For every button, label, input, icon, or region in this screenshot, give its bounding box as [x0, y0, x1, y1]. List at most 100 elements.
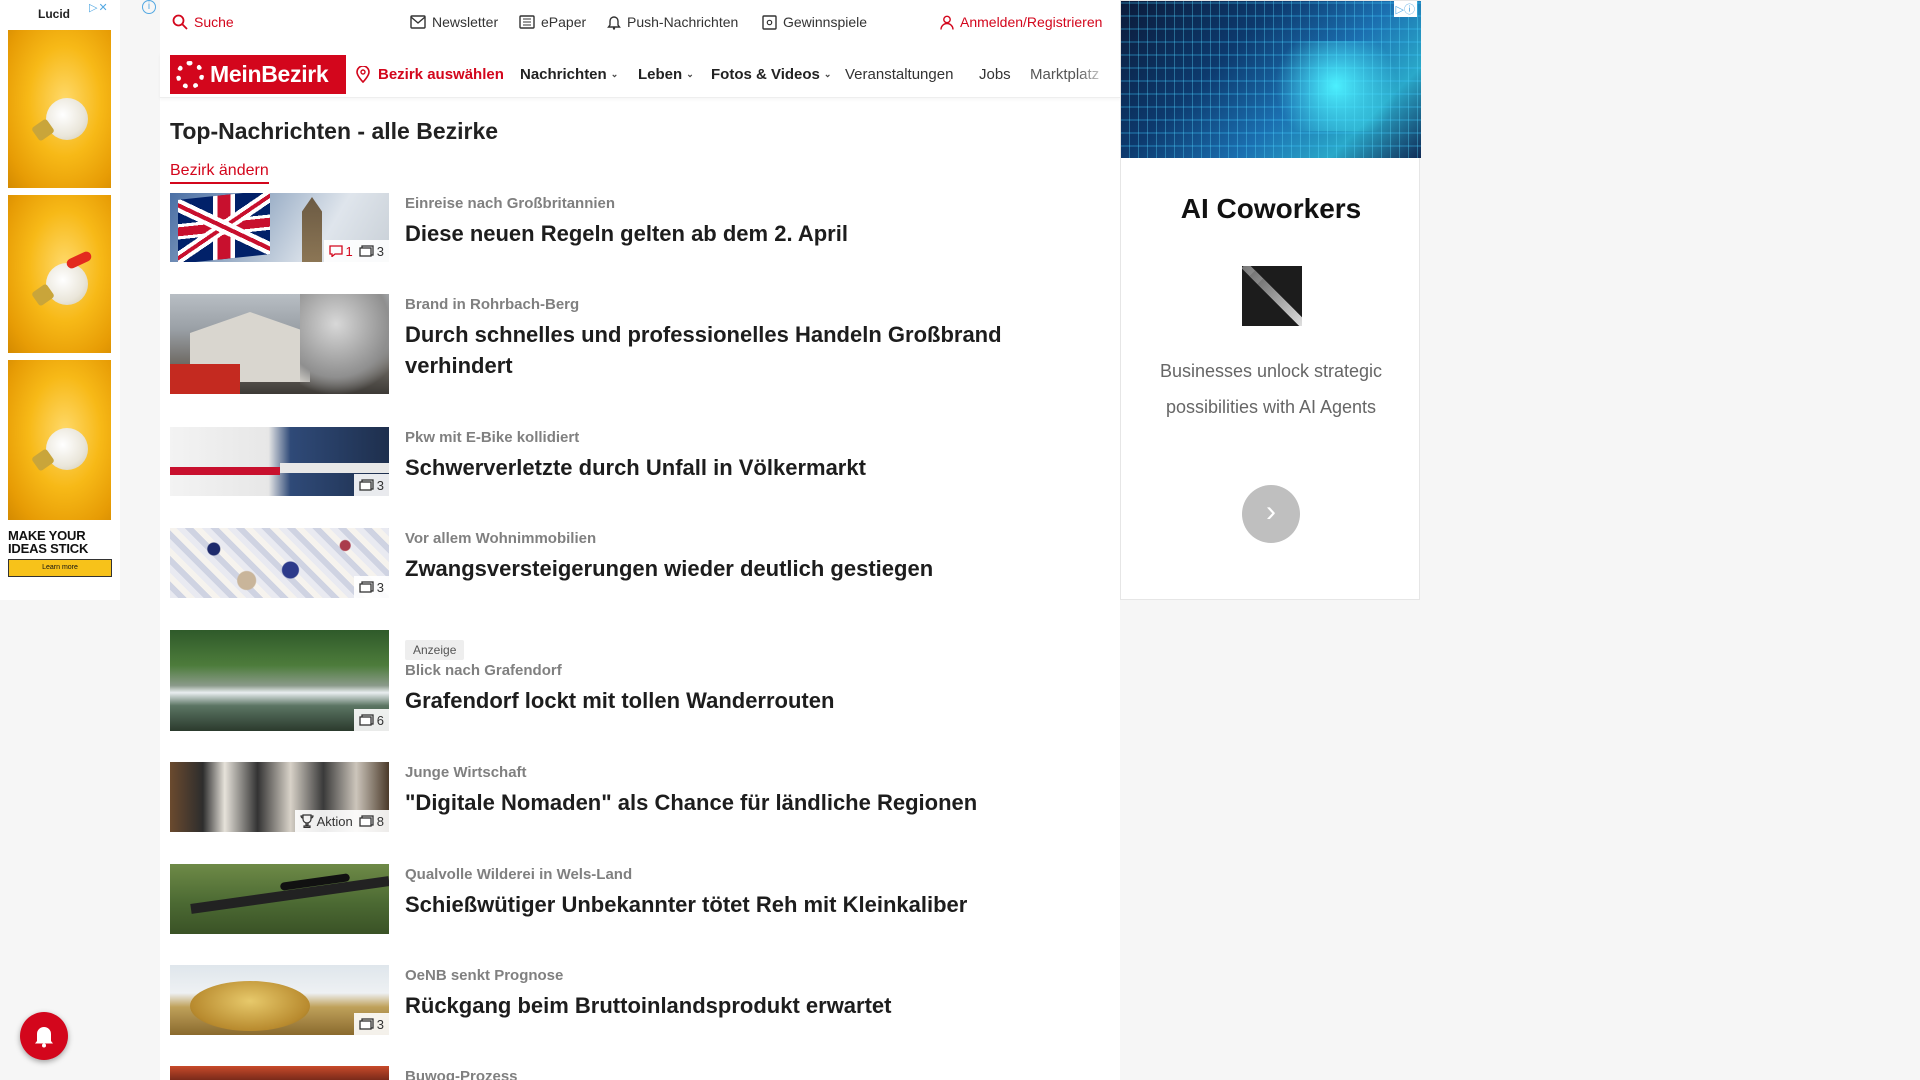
thumbnail-police-stripe: [280, 463, 389, 473]
article-item[interactable]: Aktion 8 Junge Wirtschaft "Digitale Noma…: [170, 762, 1100, 832]
photo-count: 3: [359, 478, 384, 493]
epaper-link[interactable]: ePaper: [519, 14, 586, 30]
chevron-down-icon: ⌄: [823, 69, 832, 79]
aktion-badge: Aktion: [300, 814, 353, 829]
article-kicker: Einreise nach Großbritannien: [405, 195, 616, 212]
article-thumbnail[interactable]: [170, 864, 389, 934]
nav-item-fotos-videos[interactable]: Fotos & Videos ⌄: [711, 66, 831, 83]
bezirk-change-link[interactable]: Bezirk ändern: [170, 162, 269, 184]
chevron-down-icon: ⌄: [610, 69, 619, 79]
article-headline[interactable]: Diese neuen Regeln gelten ab dem 2. Apri…: [405, 218, 1095, 249]
article-thumbnail[interactable]: 6: [170, 630, 389, 731]
nav-item-label: Veranstaltungen: [845, 66, 954, 83]
article-thumbnail[interactable]: 3: [170, 427, 389, 496]
article-item[interactable]: 3 OeNB senkt Prognose Rückgang beim Brut…: [170, 965, 1100, 1035]
article-kicker: OeNB senkt Prognose: [405, 967, 564, 984]
nav-item-marktplatz[interactable]: Marktplatz: [1030, 66, 1110, 83]
article-headline[interactable]: Rückgang beim Bruttoinlandsprodukt erwar…: [405, 990, 1095, 1021]
article-kicker: Junge Wirtschaft: [405, 764, 527, 781]
ad-description: Businesses unlock strategic possibilitie…: [1159, 361, 1383, 417]
main-navigation: MeinBezirk Bezirk auswählen Nachrichten ⌄…: [160, 52, 1120, 98]
photo-count-label: 3: [376, 243, 384, 259]
photo-icon: [359, 581, 374, 593]
article-thumbnail[interactable]: [170, 294, 389, 394]
photo-count: 8: [359, 814, 384, 829]
thumbnail-badges: 3: [353, 576, 389, 598]
adchoices-icon[interactable]: ▷✕: [89, 1, 119, 16]
ad-title: AI Coworkers: [1180, 193, 1362, 224]
ad-brand-label: Lucid: [38, 7, 70, 21]
ad-tagline: MAKE YOUR IDEAS STICK: [8, 528, 89, 556]
article-thumbnail[interactable]: 3: [170, 528, 389, 598]
article-thumbnail[interactable]: 3: [170, 965, 389, 1035]
article-item[interactable]: Qualvolle Wilderei in Wels-Land Schießwü…: [170, 864, 1100, 934]
thumbnail-tower: [302, 197, 322, 262]
photo-count: 3: [359, 580, 384, 595]
article-item[interactable]: Buwog-Prozess: [170, 1066, 1100, 1080]
article-item[interactable]: 1 3 Einreise nach Großbritannien Diese n…: [170, 193, 1100, 263]
article-item-sponsored[interactable]: 6 Anzeige Blick nach Grafendorf Grafendo…: [170, 630, 1100, 731]
thumbnail-badges: 6: [353, 709, 389, 731]
login-link[interactable]: Anmelden/Registrieren: [940, 14, 1102, 30]
photo-count: 3: [359, 244, 384, 259]
meinbezirk-logo[interactable]: MeinBezirk: [170, 55, 346, 94]
article-headline[interactable]: Schießwütiger Unbekannter tötet Reh mit …: [405, 889, 1095, 920]
comment-count: 1: [328, 243, 353, 259]
article-thumbnail[interactable]: [170, 1066, 389, 1080]
newsletter-link[interactable]: Newsletter: [410, 14, 498, 30]
notification-bell-button[interactable]: [20, 1012, 68, 1060]
ad-info-icon[interactable]: i: [142, 0, 156, 14]
comment-count-label: 1: [345, 243, 353, 259]
ad-learn-more-button[interactable]: Learn more: [8, 559, 112, 577]
top-utility-bar: Suche Newsletter ePaper Push-Nachrichten…: [160, 0, 1120, 48]
aktion-label: Aktion: [316, 813, 353, 829]
article-headline[interactable]: Grafendorf lockt mit tollen Wanderrouten: [405, 685, 1095, 716]
photo-icon: [359, 245, 374, 257]
nav-item-nachrichten[interactable]: Nachrichten ⌄: [520, 66, 618, 83]
search-link[interactable]: Suche: [172, 14, 234, 30]
bezirk-select-label: Bezirk auswählen: [378, 66, 504, 83]
article-kicker: Blick nach Grafendorf: [405, 662, 562, 679]
search-label: Suche: [194, 14, 234, 30]
article-kicker: Pkw mit E-Bike kollidiert: [405, 429, 580, 446]
article-thumbnail[interactable]: Aktion 8: [170, 762, 389, 832]
article-kicker: Buwog-Prozess: [405, 1068, 518, 1080]
newsletter-label: Newsletter: [432, 14, 499, 30]
bezirk-select[interactable]: Bezirk auswählen: [356, 66, 504, 83]
article-kicker: Qualvolle Wilderei in Wels-Land: [405, 866, 633, 883]
photo-count-label: 3: [376, 1016, 384, 1032]
map-pin-icon: [356, 66, 370, 83]
article-item[interactable]: 3 Vor allem Wohnimmobilien Zwangsverstei…: [170, 528, 1100, 598]
article-headline[interactable]: Durch schnelles und professionelles Hand…: [405, 319, 1095, 381]
ad-hero-image: [1121, 1, 1421, 158]
adchoices-icon[interactable]: ▷ⓘ: [1393, 1, 1417, 17]
article-headline[interactable]: Schwerverletzte durch Unfall in Völkerma…: [405, 452, 1095, 483]
nav-item-jobs[interactable]: Jobs: [979, 66, 1011, 83]
push-notifications-link[interactable]: Push-Nachrichten: [607, 14, 738, 30]
comment-icon: [328, 245, 343, 257]
article-item[interactable]: Brand in Rohrbach-Berg Durch schnelles u…: [170, 294, 1100, 394]
nav-item-label: Marktplatz: [1030, 66, 1100, 83]
ad-image-lightbulb: [8, 30, 111, 188]
left-skyscraper-ad[interactable]: Lucid ▷✕ MAKE YOUR IDEAS STICK Learn mor…: [0, 0, 120, 600]
article-item[interactable]: 3 Pkw mit E-Bike kollidiert Schwerverlet…: [170, 427, 1100, 497]
thumbnail-fire-truck: [170, 364, 240, 394]
bell-icon: [35, 1027, 53, 1048]
right-display-ad[interactable]: ▷ⓘ AI Coworkers Businesses unlock strate…: [1120, 0, 1421, 600]
ad-brand-logo: [1242, 266, 1302, 326]
article-headline[interactable]: "Digitale Nomaden" als Chance für ländli…: [405, 787, 1095, 818]
article-kicker: Vor allem Wohnimmobilien: [405, 530, 597, 547]
article-kicker: Brand in Rohrbach-Berg: [405, 296, 580, 313]
nav-item-leben[interactable]: Leben ⌄: [638, 66, 694, 83]
thumbnail-badges: 3: [353, 474, 389, 496]
gewinnspiele-link[interactable]: Gewinnspiele: [762, 14, 867, 30]
photo-count-label: 3: [376, 579, 384, 595]
ad-next-button[interactable]: ›: [1242, 485, 1300, 543]
nav-item-veranstaltungen[interactable]: Veranstaltungen: [845, 66, 953, 83]
article-headline[interactable]: Zwangsversteigerungen wieder deutlich ge…: [405, 553, 1095, 584]
article-thumbnail[interactable]: 1 3: [170, 193, 389, 262]
photo-icon: [359, 479, 374, 491]
thumbnail-badges: 3: [353, 1013, 389, 1035]
ad-image-lightbulb: [8, 195, 111, 353]
thumbnail-flag: [178, 193, 270, 262]
